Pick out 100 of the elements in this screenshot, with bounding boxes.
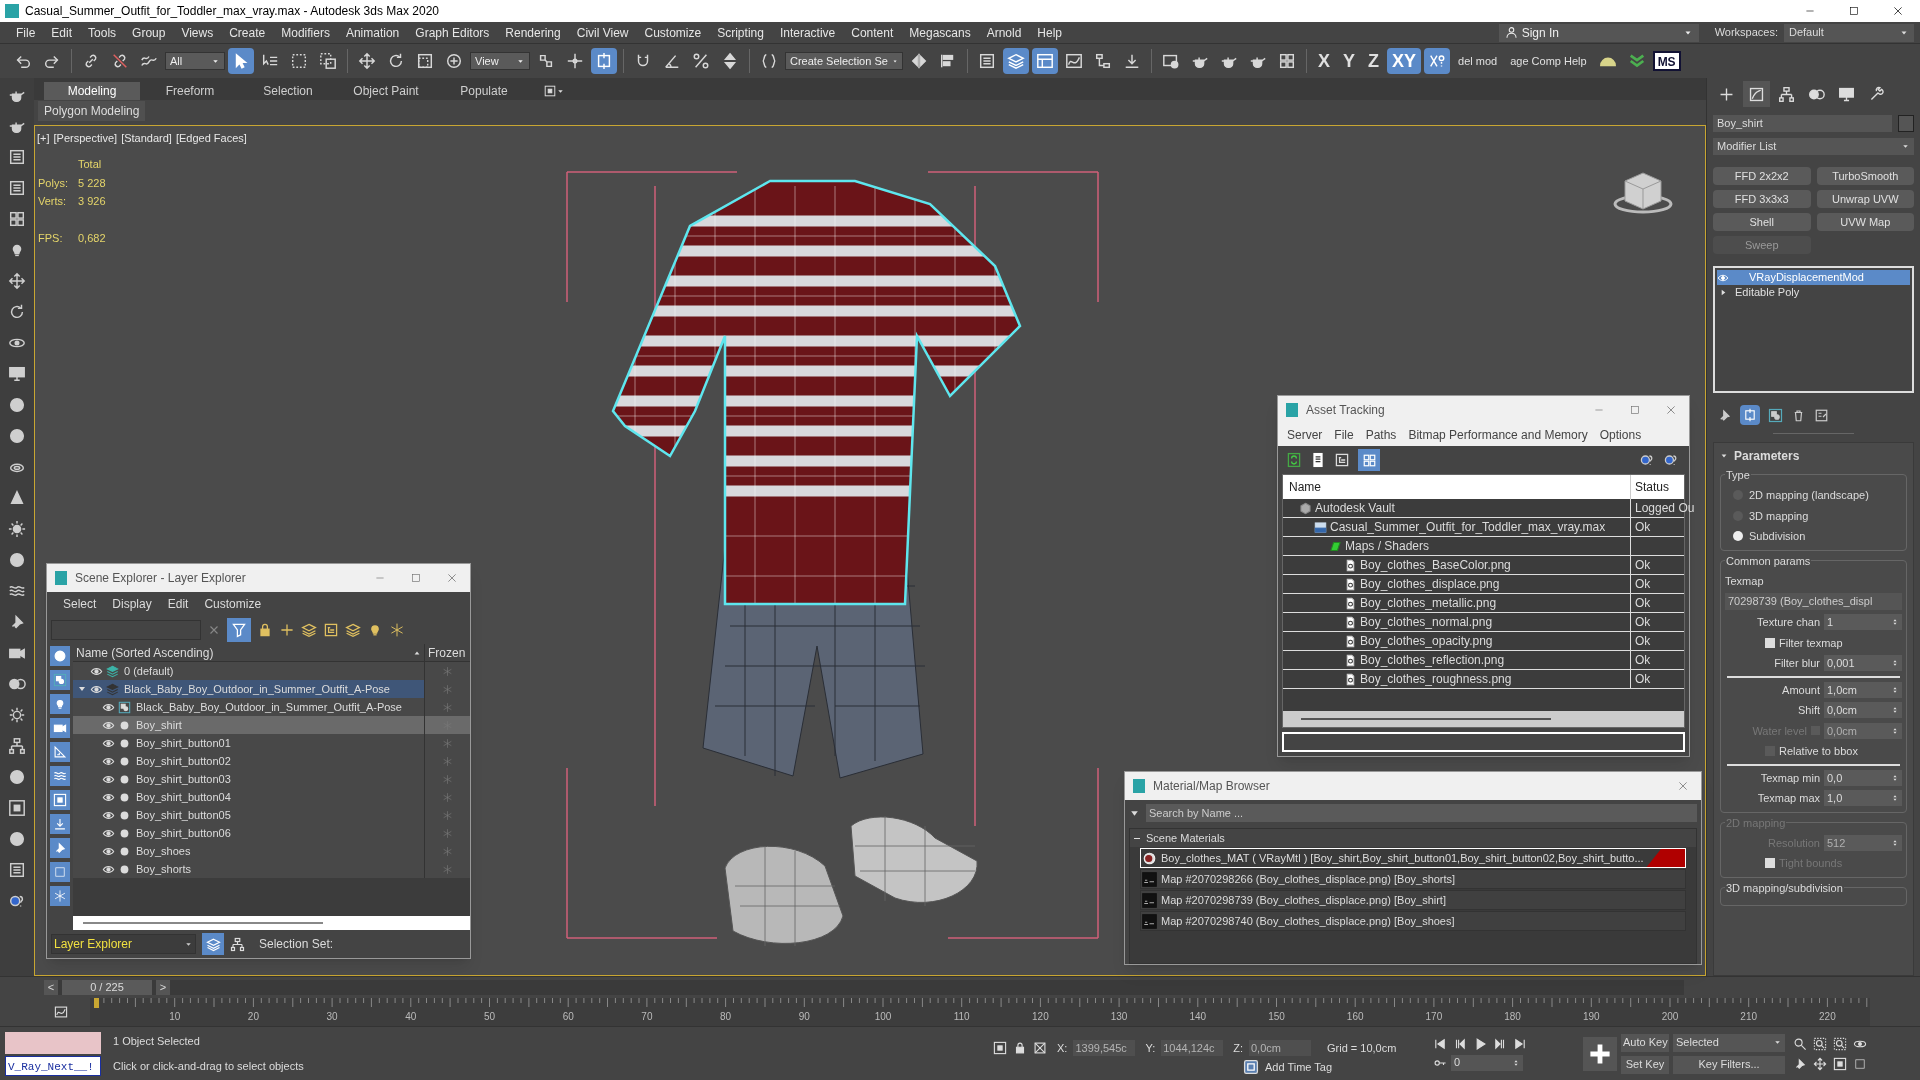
material-item[interactable]: Map #2070298739 (Boy_clothes_displace.png) [Boy_shirt]: [1140, 890, 1686, 910]
asset-status: Ok: [1635, 596, 1651, 610]
menu-item[interactable]: Help: [1029, 23, 1071, 42]
ribbon-tab[interactable]: Modeling: [44, 82, 140, 100]
menu-item[interactable]: Rendering: [497, 23, 569, 42]
texmap-button[interactable]: 70298739 (Boy_clothes_displ: [1725, 593, 1902, 610]
add-time-tag-button[interactable]: Add Time Tag: [1243, 1058, 1333, 1075]
timeline-tick-label: 170: [1424, 1009, 1444, 1024]
sign-in-dropdown[interactable]: Sign In: [1498, 23, 1699, 42]
frame-field[interactable]: 0: [1451, 1054, 1523, 1071]
menu-item[interactable]: Graph Editors: [407, 23, 498, 42]
ribbon-tab[interactable]: Populate: [436, 82, 532, 100]
stat-label: Verts:: [38, 194, 68, 209]
menu-item[interactable]: Display: [106, 595, 158, 613]
column-header[interactable]: Name: [1283, 475, 1630, 499]
menu-item[interactable]: Megascans: [901, 23, 979, 42]
window-title: Asset Tracking: [1306, 402, 1386, 419]
toolbar-button[interactable]: del mod: [1453, 48, 1503, 74]
modifier-button[interactable]: FFD 2x2x2: [1713, 167, 1811, 185]
key-filters-button[interactable]: Key Filters...: [1673, 1055, 1785, 1074]
coordinate-field[interactable]: 1044,124c: [1161, 1040, 1224, 1057]
modifier-button[interactable]: UVW Map: [1816, 213, 1914, 231]
material-item[interactable]: Boy_clothes_MAT ( VRayMtl ) [Boy_shirt,Boy_shirt_button01,Boy_shirt_button02,Boy_shirt_butto...: [1140, 848, 1686, 868]
object-name-field[interactable]: Boy_shirt: [1713, 115, 1892, 132]
next-frame-button[interactable]: >: [156, 979, 170, 995]
viewport-label[interactable]: [Standard]: [121, 130, 172, 147]
set-key-button[interactable]: Set Key: [1621, 1055, 1669, 1074]
menu-item[interactable]: Paths: [1360, 426, 1402, 444]
menu-item[interactable]: Group: [124, 23, 174, 42]
menu-item[interactable]: Server: [1282, 426, 1328, 444]
viewport-label[interactable]: [Edged Faces]: [175, 130, 247, 147]
timeline-tick-label: 130: [1109, 1009, 1129, 1024]
coordinate-field[interactable]: 1399,545c: [1073, 1040, 1136, 1057]
modifier-button[interactable]: Shell: [1713, 213, 1811, 231]
menu-item[interactable]: Arnold: [978, 23, 1030, 42]
key-mode-dropdown[interactable]: Selected: [1673, 1033, 1785, 1052]
material-item[interactable]: Map #2070298740 (Boy_clothes_displace.png) [Boy_shoes]: [1140, 911, 1686, 931]
spinner-field[interactable]: 0,0cm: [1824, 702, 1902, 719]
menu-item[interactable]: Edit: [161, 595, 195, 613]
menu-item[interactable]: Content: [843, 23, 902, 42]
item-name: Boy_shirt_button02: [136, 753, 231, 769]
column-header[interactable]: Name (Sorted Ascending): [73, 644, 424, 661]
toolbar-button[interactable]: age Comp Help: [1505, 48, 1592, 74]
modifier-button[interactable]: FFD 3x3x3: [1713, 190, 1811, 208]
coordinate-field[interactable]: 0,0cm: [1249, 1040, 1311, 1057]
menu-item[interactable]: Edit: [43, 23, 81, 42]
radio-label: 2D mapping (landscape): [1749, 488, 1869, 503]
auto-key-button[interactable]: Auto Key: [1621, 1033, 1669, 1052]
stack-item[interactable]: Editable Poly: [1717, 285, 1910, 300]
menu-item[interactable]: Options: [1594, 426, 1647, 444]
toolbar-button[interactable]: Z: [1363, 48, 1385, 74]
toolbar-button[interactable]: X: [1313, 48, 1335, 74]
menu-item[interactable]: Create: [221, 23, 274, 42]
spinner-field[interactable]: 1: [1824, 614, 1902, 631]
previous-frame-button[interactable]: <: [44, 979, 58, 995]
material-item[interactable]: Map #2070298266 (Boy_clothes_displace.png) [Boy_shorts]: [1140, 869, 1686, 889]
asset-status: Logged Ou: [1635, 501, 1695, 515]
ribbon-tab[interactable]: Selection: [240, 82, 336, 100]
maxscript-listener-output[interactable]: V_Ray_Next__!: [5, 1055, 101, 1076]
workspace-dropdown[interactable]: Default: [1784, 23, 1914, 42]
viewport-label[interactable]: [Perspective]: [53, 130, 118, 147]
search-field[interactable]: Search by Name ...: [1146, 804, 1697, 822]
timeline-tick-label: 80: [719, 1009, 733, 1024]
time-slider-thumb[interactable]: 0 / 225: [62, 979, 152, 995]
stack-item[interactable]: VRayDisplacementMod: [1717, 270, 1910, 285]
spinner-field[interactable]: 0,0: [1824, 769, 1902, 786]
menu-item[interactable]: File: [8, 23, 44, 42]
toolbar-dropdown[interactable]: All: [165, 52, 225, 70]
menu-item[interactable]: Animation: [337, 23, 408, 42]
menu-item[interactable]: Modifiers: [273, 23, 338, 42]
modifier-list-dropdown[interactable]: Modifier List: [1713, 138, 1914, 155]
modifier-button[interactable]: TurboSmooth: [1816, 167, 1914, 185]
group-header[interactable]: Scene Materials: [1130, 829, 1696, 847]
menu-item[interactable]: Tools: [80, 23, 125, 42]
menu-item[interactable]: Customize: [198, 595, 268, 613]
column-header[interactable]: Frozen: [424, 644, 470, 661]
ribbon-tab[interactable]: Object Paint: [338, 82, 434, 100]
rollout-title[interactable]: Parameters: [1734, 447, 1800, 465]
spinner-field[interactable]: 1,0cm: [1824, 681, 1902, 698]
maxscript-button[interactable]: MS: [1652, 51, 1681, 71]
modifier-button[interactable]: Unwrap UVW: [1816, 190, 1914, 208]
menu-item[interactable]: Bitmap Performance and Memory: [1403, 426, 1593, 444]
menu-item[interactable]: File: [1329, 426, 1359, 444]
explorer-type-dropdown[interactable]: Layer Explorer: [51, 934, 196, 954]
toolbar-dropdown[interactable]: Create Selection Se: [785, 52, 903, 70]
column-header[interactable]: Status: [1630, 475, 1684, 499]
coordinate-label: X:: [1057, 1041, 1068, 1056]
toolbar-dropdown[interactable]: View: [470, 52, 530, 70]
viewport-label[interactable]: [+]: [37, 130, 50, 147]
menu-item[interactable]: Civil View: [568, 23, 637, 42]
menu-item[interactable]: Customize: [636, 23, 710, 42]
ribbon-tab[interactable]: Freeform: [142, 82, 238, 100]
menu-item[interactable]: Views: [173, 23, 222, 42]
menu-item[interactable]: Interactive: [771, 23, 844, 42]
menu-item[interactable]: Select: [57, 595, 103, 613]
spinner-field[interactable]: 0,001: [1824, 655, 1902, 672]
toolbar-button[interactable]: XY: [1387, 48, 1422, 74]
spinner-field[interactable]: 1,0: [1824, 790, 1902, 807]
toolbar-button[interactable]: Y: [1338, 48, 1361, 74]
menu-item[interactable]: Scripting: [709, 23, 772, 42]
